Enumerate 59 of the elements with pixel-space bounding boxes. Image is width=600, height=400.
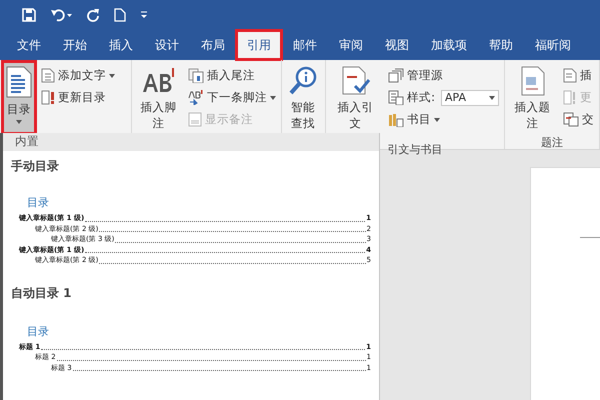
ribbon-tab[interactable]: 文件 <box>6 30 52 60</box>
ribbon-tab[interactable]: 福昕阅 <box>524 30 582 60</box>
new-document-icon[interactable] <box>114 8 126 22</box>
ribbon-item[interactable]: 交 <box>561 110 596 129</box>
ribbon-item[interactable]: 插 <box>561 66 596 85</box>
gallery-header: 内置 <box>15 134 39 148</box>
ribbon-item[interactable]: 管理源 <box>386 66 501 85</box>
group-label: 引文与书目 <box>386 142 444 157</box>
ribbon-button[interactable]: 插入脚注 <box>135 62 182 135</box>
next-footnote-icon <box>188 90 204 105</box>
gallery-section-title: 自动目录 1 <box>11 284 72 302</box>
ribbon-item[interactable]: 添加文字 <box>39 66 117 85</box>
ribbon-item[interactable]: 样式: APA <box>386 88 501 107</box>
undo-icon[interactable] <box>50 8 72 22</box>
caret-icon <box>270 96 276 100</box>
caret-icon <box>434 118 440 122</box>
ribbon-item[interactable]: 书目 <box>386 110 501 129</box>
ribbon-tab[interactable]: 加载项 <box>420 30 478 60</box>
caret-icon <box>109 74 115 78</box>
group-label: 题注 <box>540 135 564 150</box>
ribbon-tab[interactable]: 审阅 <box>328 30 374 60</box>
ribbon-tab[interactable]: 帮助 <box>478 30 524 60</box>
toc-heading: 目录 <box>27 324 49 338</box>
style-icon <box>388 90 404 105</box>
ribbon-tab[interactable]: 插入 <box>98 30 144 60</box>
ribbon-button[interactable]: 插入题注 <box>508 62 557 135</box>
ribbon-tab[interactable]: 引用 <box>236 30 282 60</box>
ribbon-item[interactable]: 更新目录 <box>39 88 117 107</box>
caption-icon <box>520 66 544 96</box>
gallery-section-title: 手动目录 <box>11 158 59 175</box>
caret-icon <box>489 96 495 100</box>
ribbon-button[interactable]: 智能查找 <box>285 62 321 135</box>
ribbon-tab[interactable]: 视图 <box>374 30 420 60</box>
search-icon <box>288 66 318 96</box>
ribbon-tab[interactable]: 设计 <box>144 30 190 60</box>
save-icon[interactable] <box>22 8 36 22</box>
ribbon-item[interactable]: 下一条脚注 <box>186 88 278 107</box>
document-list-icon <box>6 66 32 98</box>
redo-icon[interactable] <box>86 8 100 22</box>
sources-icon <box>388 68 404 83</box>
toc-heading: 目录 <box>27 195 49 210</box>
crop-mark <box>580 237 600 238</box>
ribbon-tab[interactable]: 布局 <box>190 30 236 60</box>
notes-icon <box>188 112 202 127</box>
endnote-icon <box>188 68 204 83</box>
caret-icon <box>16 120 22 124</box>
add-text-icon <box>41 68 55 83</box>
customize-icon[interactable] <box>140 11 148 19</box>
cross-reference-icon <box>563 112 579 127</box>
ribbon-tab[interactable]: 邮件 <box>282 30 328 60</box>
ribbon-tab[interactable]: 开始 <box>52 30 98 60</box>
ribbon-item[interactable]: 插入尾注 <box>186 66 278 85</box>
update-icon <box>41 90 55 105</box>
update-icon <box>563 90 577 105</box>
bibliography-icon <box>388 112 404 127</box>
citation-icon <box>340 66 371 96</box>
ribbon-button[interactable]: 目录 <box>3 62 35 133</box>
style-dropdown[interactable]: APA <box>441 90 499 106</box>
document-icon <box>563 68 577 83</box>
